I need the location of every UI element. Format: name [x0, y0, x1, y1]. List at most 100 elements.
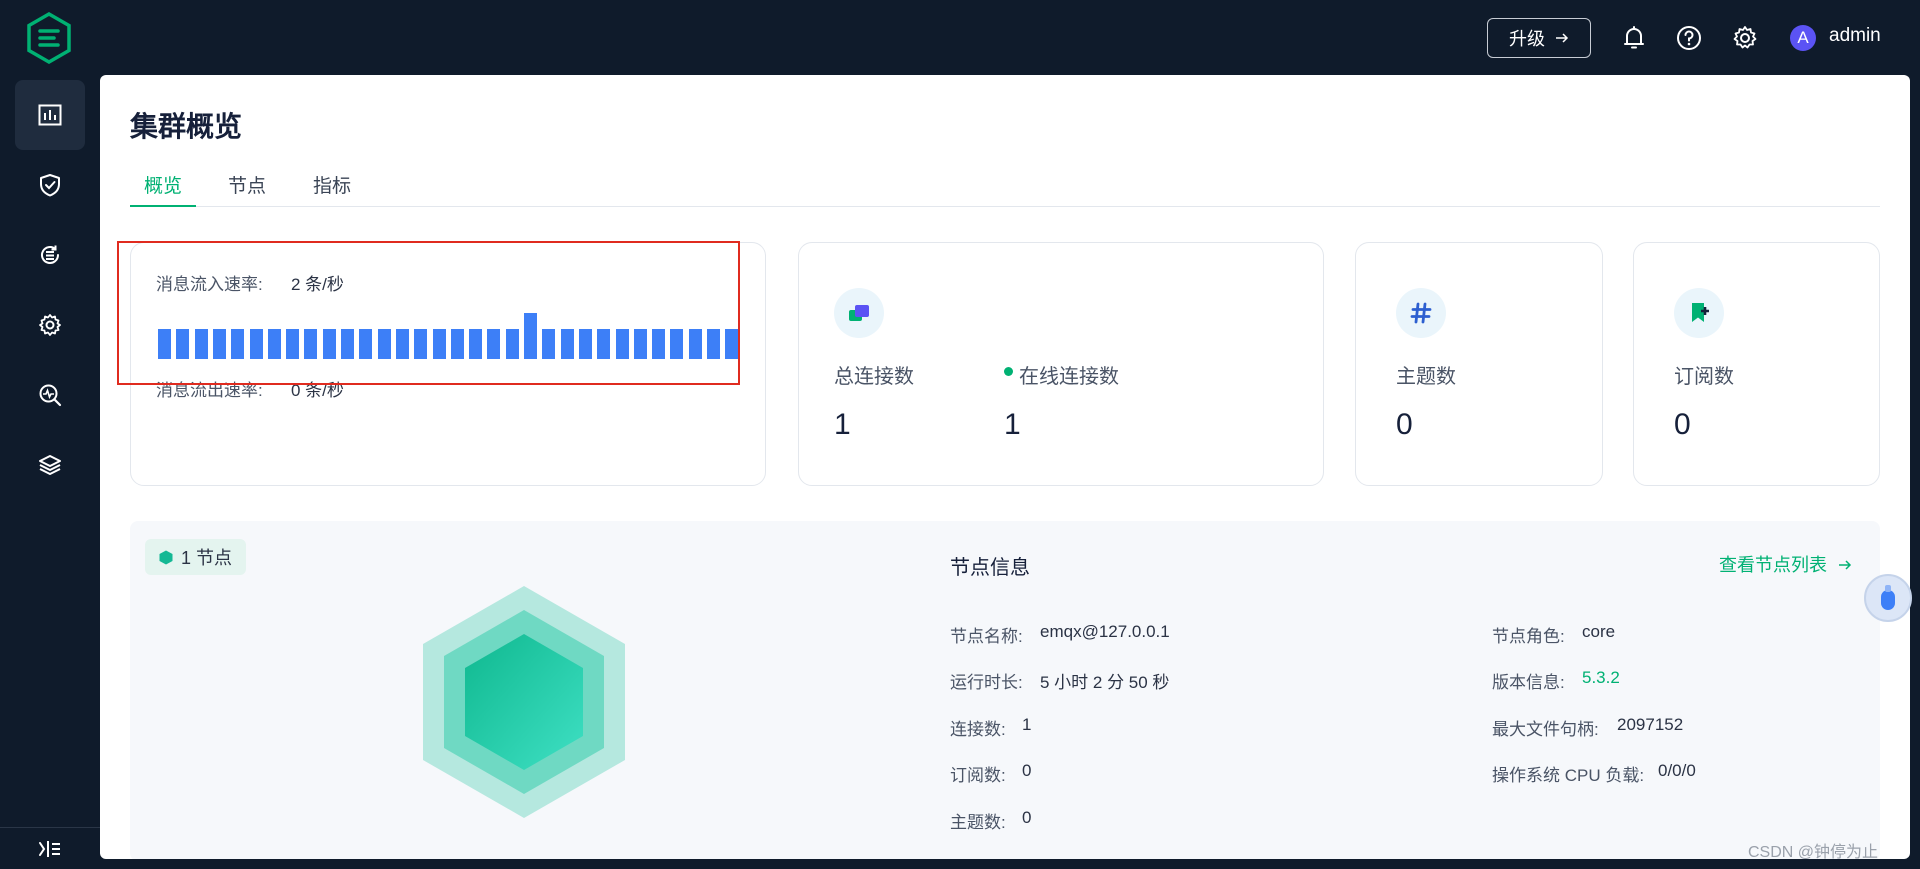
rate-bar	[652, 329, 666, 359]
top-bar: 升级 A admin	[0, 0, 1920, 75]
uptime-value: 5 小时 2 分 50 秒	[1040, 673, 1170, 692]
watermark-text: CSDN @钟停为止	[1748, 844, 1879, 861]
os-cpu-load-label: 操作系统 CPU 负载:	[1492, 766, 1645, 785]
layers-icon	[39, 455, 61, 475]
subscriptions-label: 订阅数	[1674, 366, 1734, 388]
sidebar-item-diagnose[interactable]	[15, 360, 85, 430]
main-panel: 集群概览 概览 节点 指标 消息流入速率: 2 条/秒 消息流出速率: 0 条/…	[100, 75, 1910, 859]
rate-bar	[304, 329, 318, 359]
rate-bar	[707, 329, 720, 359]
helper-capsule-icon	[1881, 585, 1895, 610]
node-subscriptions-value: 0	[1022, 761, 1032, 780]
shield-icon	[40, 174, 60, 197]
node-section: 1 节点 节点信息 查看节点列表 节点名称: emqx@127.0.0.1 运行…	[130, 521, 1880, 859]
rate-bar	[578, 329, 592, 359]
rate-bar	[542, 329, 556, 359]
tab-overview[interactable]: 概览	[130, 171, 197, 207]
collapse-sidebar-button[interactable]	[0, 827, 100, 869]
notification-bell-icon[interactable]	[1620, 24, 1648, 52]
view-node-list-link[interactable]: 查看节点列表	[1719, 551, 1852, 577]
floating-helper-button[interactable]	[1864, 574, 1912, 622]
help-icon[interactable]	[1675, 24, 1703, 52]
max-file-handles-label: 最大文件句柄:	[1492, 720, 1599, 739]
topics-card: 主题数 0	[1355, 242, 1603, 486]
rate-bar	[505, 329, 519, 359]
hash-icon	[1396, 288, 1446, 338]
node-connections-value: 1	[1022, 715, 1032, 734]
tab-metrics[interactable]: 指标	[299, 171, 365, 207]
settings-gear-icon	[39, 314, 61, 336]
rate-bar	[524, 313, 537, 359]
rate-bar	[725, 329, 739, 359]
rate-bar	[249, 329, 263, 359]
node-name-value: emqx@127.0.0.1	[1040, 622, 1170, 641]
rate-bar	[377, 329, 391, 359]
outflow-rate-value: 0 条/秒	[291, 381, 344, 400]
node-subscriptions-label: 订阅数:	[950, 766, 1006, 785]
sidebar-item-management[interactable]	[15, 290, 85, 360]
rate-bar	[212, 329, 226, 359]
upgrade-button[interactable]: 升级	[1487, 18, 1591, 58]
arrow-right-icon	[1556, 33, 1569, 43]
version-value[interactable]: 5.3.2	[1582, 668, 1620, 688]
node-hexagon-icon	[159, 550, 173, 564]
settings-gear-icon[interactable]	[1731, 24, 1759, 52]
rate-bar	[469, 329, 483, 359]
online-connections-value: 1	[1004, 408, 1021, 441]
sidebar-item-dashboard[interactable]	[15, 80, 85, 150]
online-connections-label: 在线连接数	[1019, 366, 1119, 388]
node-count-label: 1 节点	[181, 548, 233, 568]
rate-bar	[286, 329, 300, 359]
upgrade-label: 升级	[1509, 29, 1545, 49]
rate-bar	[414, 329, 428, 359]
node-hexagon-graphic[interactable]	[423, 586, 625, 818]
rate-bar	[341, 329, 354, 359]
rate-bar	[194, 329, 208, 359]
sidebar	[0, 75, 100, 869]
os-cpu-load-value: 0/0/0	[1658, 761, 1696, 780]
connections-card: 总连接数 1 在线连接数 1	[798, 242, 1324, 486]
outflow-rate-label: 消息流出速率:	[156, 381, 263, 400]
tab-bar: 概览 节点 指标	[130, 171, 1880, 207]
rate-bar	[395, 329, 409, 359]
username[interactable]: admin	[1829, 25, 1881, 47]
connections-icon	[834, 288, 884, 338]
subscriptions-value: 0	[1674, 408, 1691, 441]
rate-bar	[267, 329, 281, 359]
message-rate-card: 消息流入速率: 2 条/秒 消息流出速率: 0 条/秒	[130, 242, 766, 486]
topics-value: 0	[1396, 408, 1413, 441]
node-name-label: 节点名称:	[950, 627, 1023, 646]
data-flow-icon	[41, 245, 59, 264]
topics-label: 主题数	[1396, 366, 1456, 388]
page-title: 集群概览	[130, 111, 243, 142]
total-connections-value: 1	[834, 408, 851, 441]
rate-bar	[450, 329, 464, 359]
rate-bar	[615, 329, 629, 359]
max-file-handles-value: 2097152	[1617, 715, 1684, 734]
node-connections-label: 连接数:	[950, 720, 1006, 739]
rate-bar	[432, 329, 446, 359]
total-connections-label: 总连接数	[834, 366, 914, 388]
sidebar-item-integration[interactable]	[15, 220, 85, 290]
avatar[interactable]: A	[1790, 25, 1816, 51]
node-info-title: 节点信息	[950, 557, 1030, 579]
sidebar-item-access-control[interactable]	[15, 150, 85, 220]
rate-bar	[176, 329, 190, 359]
arrow-right-icon	[1839, 560, 1852, 570]
node-count-badge: 1 节点	[145, 539, 247, 575]
rate-bar	[487, 329, 501, 359]
dashboard-icon	[38, 104, 62, 126]
node-role-label: 节点角色:	[1492, 627, 1565, 646]
node-topics-value: 0	[1022, 808, 1032, 827]
rate-bar	[597, 329, 611, 359]
rate-bar	[670, 329, 684, 359]
sidebar-item-extensions[interactable]	[15, 430, 85, 500]
tab-nodes[interactable]: 节点	[214, 171, 280, 207]
online-status-dot	[1004, 367, 1013, 376]
rate-bar	[560, 329, 574, 359]
rate-bar	[158, 329, 171, 359]
rate-bar	[688, 329, 702, 359]
emqx-logo-icon[interactable]	[26, 12, 72, 64]
uptime-label: 运行时长:	[950, 673, 1023, 692]
subscription-bookmark-icon	[1674, 288, 1724, 338]
